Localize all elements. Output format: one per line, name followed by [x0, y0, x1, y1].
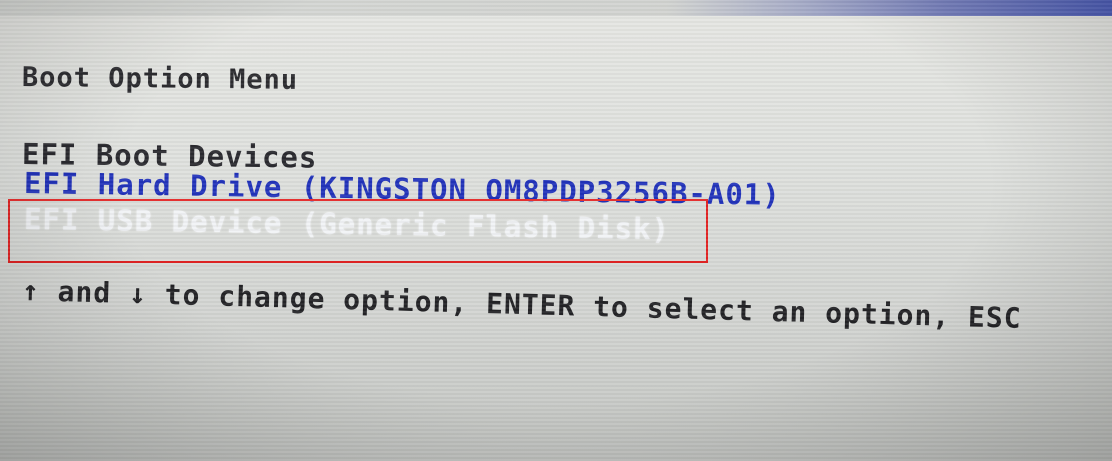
help-instructions: ↑ and ↓ to change option, ENTER to selec…: [21, 274, 1023, 335]
bios-screen: Boot Option Menu EFI Boot Devices EFI Ha…: [0, 0, 1112, 461]
top-edge-strip: [0, 0, 1112, 16]
annotation-highlight-box: [8, 199, 708, 263]
menu-title: Boot Option Menu: [21, 62, 299, 96]
